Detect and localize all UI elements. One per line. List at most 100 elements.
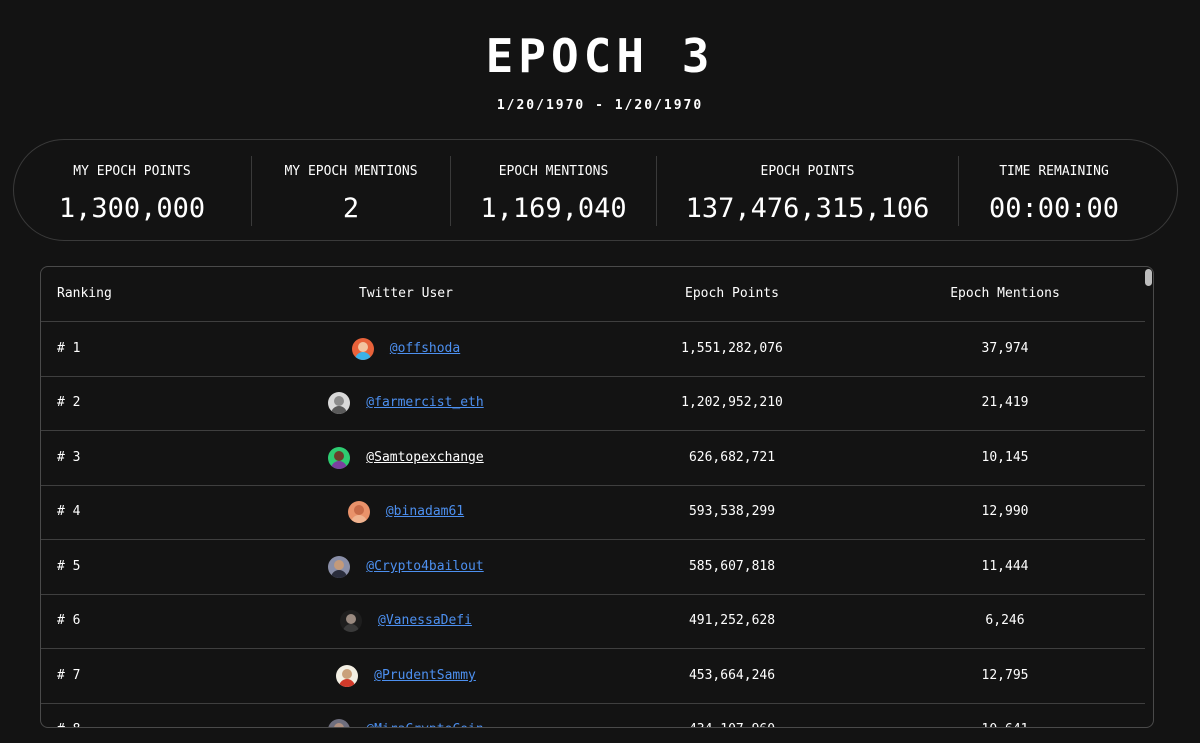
stat-time-remaining: TIME REMAINING 00:00:00 (959, 140, 1149, 240)
epoch-mentions-cell: 37,974 (981, 341, 1029, 356)
epoch-mentions-cell: 10,145 (981, 450, 1029, 465)
rank-cell: # 5 (57, 559, 81, 574)
stat-epoch-mentions: EPOCH MENTIONS 1,169,040 (451, 140, 656, 240)
stat-label: EPOCH POINTS (760, 164, 855, 179)
stat-value: 00:00:00 (988, 193, 1120, 224)
stat-value: 2 (342, 193, 360, 224)
epoch-mentions-cell: 21,419 (981, 395, 1029, 410)
twitter-user-cell: @Crypto4bailout (241, 540, 571, 594)
twitter-handle-link[interactable]: @farmercist_eth (366, 376, 483, 430)
stats-bar: MY EPOCH POINTS 1,300,000 MY EPOCH MENTI… (13, 139, 1178, 241)
epoch-points-cell: 626,682,721 (688, 450, 776, 465)
epoch-points-cell: 1,202,952,210 (681, 395, 783, 410)
avatar-face (334, 560, 345, 570)
rank-cell: # 1 (57, 341, 81, 356)
epoch-points-cell: 491,252,628 (688, 613, 776, 628)
leaderboard-page: EPOCH 3 1/20/1970 - 1/20/1970 MY EPOCH P… (0, 0, 1200, 743)
stat-my-epoch-mentions: MY EPOCH MENTIONS 2 (252, 140, 450, 240)
stat-value: 1,300,000 (58, 193, 206, 224)
table-row: # 2 @farmercist_eth 1,202,952,210 21,419 (41, 376, 1145, 431)
rank-cell: # 4 (57, 504, 81, 519)
epoch-mentions-cell: 10,641 (881, 703, 1129, 727)
epoch-points-cell: 453,664,246 (688, 668, 776, 683)
stat-label: EPOCH MENTIONS (498, 164, 609, 179)
table-row: # 7 @PrudentSammy 453,664,246 12,795 (41, 649, 1145, 704)
stat-value: 1,169,040 (480, 193, 627, 224)
twitter-handle-link[interactable]: @Samtopexchange (366, 431, 483, 485)
user-wrap: @Crypto4bailout (328, 540, 484, 594)
avatar-body (354, 352, 371, 360)
column-header-epoch-mentions: Epoch Mentions (950, 286, 1060, 301)
column-header-twitter-user: Twitter User (359, 286, 453, 301)
avatar-face (342, 669, 353, 679)
table-row: # 8 @MiraCryptoCoin 434,107,960 10,641 (41, 703, 1145, 727)
page-title: EPOCH 3 (485, 29, 715, 83)
table-row: # 6 @VanessaDefi 491,252,628 6,246 (41, 594, 1145, 649)
user-wrap: @binadam61 (347, 485, 464, 539)
table-row: # 4 @binadam61 593,538,299 12,990 (41, 485, 1145, 540)
column-header-epoch-points: Epoch Points (685, 286, 779, 301)
avatar (351, 338, 374, 360)
avatar-body (350, 515, 367, 523)
epoch-mentions-cell: 12,990 (981, 504, 1029, 519)
stat-label: MY EPOCH POINTS (73, 164, 191, 179)
avatar (336, 665, 359, 687)
avatar-face (353, 505, 364, 515)
avatar (328, 392, 351, 414)
rank-cell: # 3 (57, 450, 81, 465)
user-wrap: @farmercist_eth (328, 376, 484, 430)
twitter-user-cell: @VanessaDefi (241, 594, 571, 648)
epoch-points-cell: 1,551,282,076 (681, 341, 783, 356)
stat-epoch-points: EPOCH POINTS 137,476,315,106 (657, 140, 958, 240)
user-wrap: @offshoda (351, 322, 460, 376)
stat-value: 137,476,315,106 (685, 193, 930, 224)
stat-label: TIME REMAINING (999, 164, 1109, 179)
avatar-face (334, 396, 345, 406)
epoch-points-cell: 434,107,960 (621, 703, 843, 727)
table-scrollbar[interactable] (1145, 269, 1152, 286)
twitter-handle-link[interactable]: @binadam61 (386, 485, 464, 539)
twitter-handle-link[interactable]: @VanessaDefi (378, 594, 472, 648)
rank-cell: # 6 (57, 613, 81, 628)
avatar-face (334, 723, 345, 727)
epoch-points-cell: 593,538,299 (688, 504, 776, 519)
twitter-user-cell: @MiraCryptoCoin (241, 703, 571, 727)
twitter-handle-link[interactable]: @offshoda (390, 322, 460, 376)
avatar (328, 556, 351, 578)
twitter-user-cell: @offshoda (241, 322, 571, 376)
avatar-face (357, 342, 368, 352)
epoch-mentions-cell: 6,246 (985, 613, 1025, 628)
leaderboard-table: Ranking Twitter User Epoch Points Epoch … (40, 266, 1154, 728)
twitter-handle-link[interactable]: @Crypto4bailout (366, 540, 483, 594)
table-row: # 1 @offshoda 1,551,282,076 37,974 (41, 322, 1145, 377)
rank-cell: # 7 (57, 668, 81, 683)
avatar-body (331, 406, 348, 414)
twitter-user-cell: @binadam61 (241, 485, 571, 539)
stat-my-epoch-points: MY EPOCH POINTS 1,300,000 (14, 140, 250, 240)
user-wrap: @VanessaDefi (340, 594, 472, 648)
twitter-handle-link[interactable]: @PrudentSammy (374, 649, 476, 703)
table-row: # 3 @Samtopexchange 626,682,721 10,145 (41, 431, 1145, 486)
avatar-body (331, 461, 348, 469)
avatar (340, 610, 363, 632)
epoch-date-range: 1/20/1970 - 1/20/1970 (496, 98, 704, 113)
avatar (347, 501, 370, 523)
table-header-row: Ranking Twitter User Epoch Points Epoch … (41, 267, 1145, 322)
avatar-body (339, 679, 356, 687)
epoch-mentions-cell: 12,795 (981, 668, 1029, 683)
epoch-points-cell: 585,607,818 (688, 559, 776, 574)
user-wrap: @MiraCryptoCoin (328, 703, 484, 727)
avatar-body (343, 624, 360, 632)
avatar-body (331, 570, 348, 578)
avatar (328, 719, 351, 727)
twitter-user-cell: @Samtopexchange (241, 431, 571, 485)
table-row: # 5 @Crypto4bailout 585,607,818 11,444 (41, 540, 1145, 595)
column-header-ranking: Ranking (57, 286, 112, 301)
rank-cell: # 8 (57, 703, 80, 727)
avatar-face (346, 614, 357, 624)
twitter-user-cell: @PrudentSammy (241, 649, 571, 703)
twitter-handle-link[interactable]: @MiraCryptoCoin (366, 703, 483, 727)
epoch-mentions-cell: 11,444 (981, 559, 1029, 574)
rank-cell: # 2 (57, 395, 81, 410)
avatar (328, 447, 351, 469)
